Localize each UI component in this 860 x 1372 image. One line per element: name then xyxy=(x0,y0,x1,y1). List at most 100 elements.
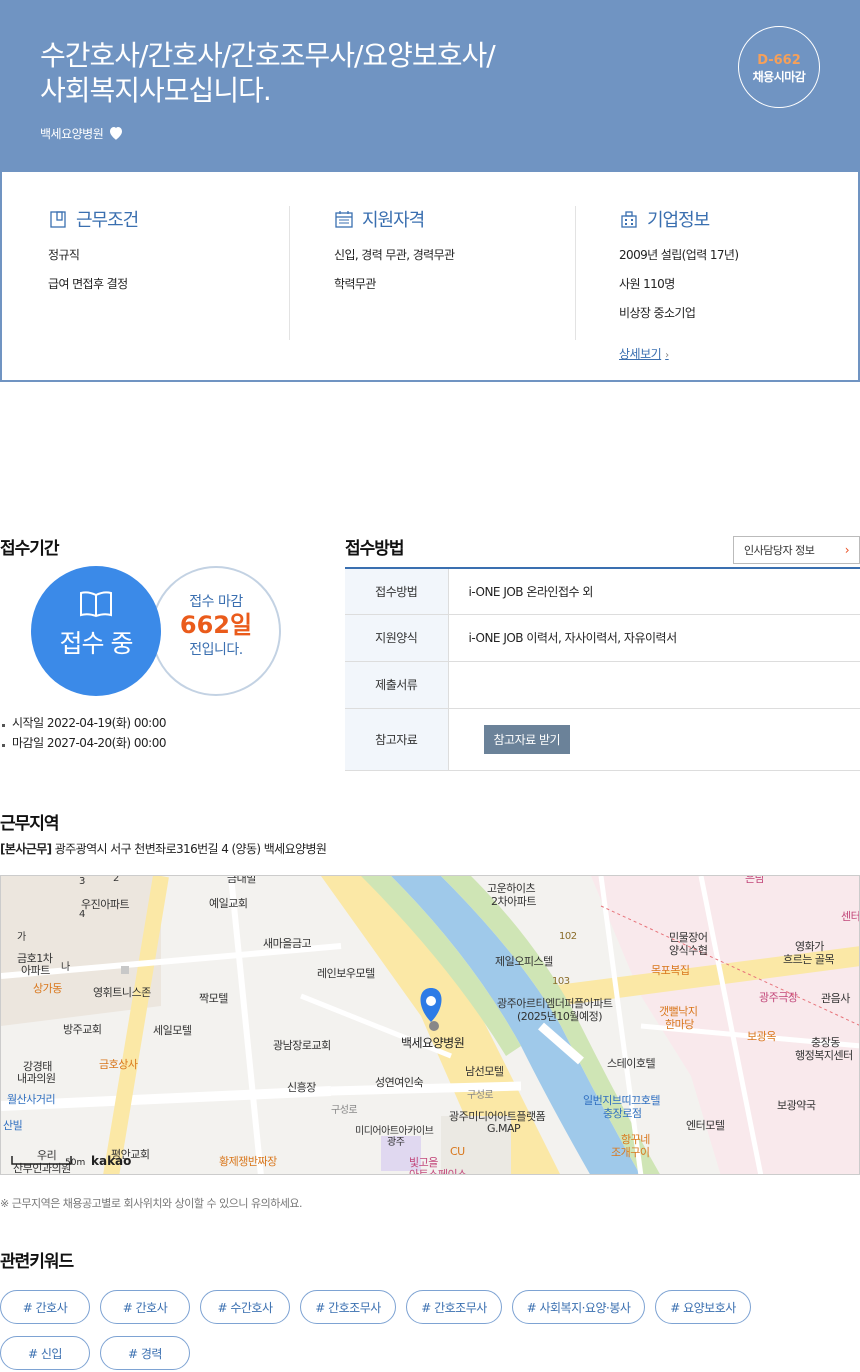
start-date: 시작일 2022-04-19(화) 00:00 xyxy=(12,716,166,730)
map-label: 신흥장 xyxy=(287,1081,316,1094)
map-label: 세일모텔 xyxy=(153,1024,192,1037)
work-conditions-heading: 근무조건 xyxy=(48,206,139,232)
row-label: 접수방법 xyxy=(345,568,449,614)
map-label: 가 xyxy=(17,932,26,943)
keyword-tag[interactable]: # 신입 xyxy=(0,1336,90,1370)
download-reference-button[interactable]: 참고자료 받기 xyxy=(483,724,571,754)
keyword-tag[interactable]: # 간호조무사 xyxy=(406,1290,502,1324)
map-label: 충장로점 xyxy=(603,1107,642,1120)
reception-period-title: 접수기간 xyxy=(0,539,60,559)
reception-dates: 시작일 2022-04-19(화) 00:00 마감일 2027-04-20(화… xyxy=(0,714,166,754)
reception-status-circle: 접수 중 xyxy=(31,566,161,696)
end-date: 마감일 2027-04-20(화) 00:00 xyxy=(12,736,166,750)
dday-status: 채용시마감 xyxy=(752,70,806,84)
document-icon xyxy=(50,211,66,228)
location-map[interactable]: 우진아파트 예일교회 새마을금고 레인보우모텔 금호1차 아파트 상가동 영휘트… xyxy=(0,875,860,1175)
calendar-icon xyxy=(335,211,353,228)
company-employees: 사원 110명 xyxy=(619,277,675,291)
deadline-label: 접수 마감 xyxy=(189,594,243,610)
hr-contact-button[interactable]: 인사담당자 정보 › xyxy=(733,536,860,564)
company-info: 기업정보 2009년 설립(업력 17년) 사원 110명 비상장 중소기업 상… xyxy=(619,206,739,361)
hr-contact-label: 인사담당자 정보 xyxy=(744,544,815,557)
company-detail-link[interactable]: 상세보기 › xyxy=(619,345,669,362)
divider xyxy=(289,206,290,340)
qualifications: 지원자격 신입, 경력 무관, 경력무관 학력무관 xyxy=(334,206,455,340)
map-label: 예일교회 xyxy=(209,897,248,910)
map-label-target: 백세요양병원 xyxy=(401,1036,465,1050)
divider xyxy=(575,206,576,340)
company-type: 비상장 중소기업 xyxy=(619,306,696,320)
row-value xyxy=(448,661,860,708)
map-label: 아파트 xyxy=(21,964,50,977)
map-label: 조개구이 xyxy=(611,1146,650,1159)
table-row: 접수방법 i-ONE JOB 온라인접수 외 xyxy=(345,568,860,614)
keyword-tag[interactable]: # 간호조무사 xyxy=(300,1290,396,1324)
map-label: 2차아파트 xyxy=(491,895,536,908)
keyword-tag[interactable]: # 간호사 xyxy=(100,1290,190,1324)
work-salary: 급여 면접후 결정 xyxy=(48,277,128,291)
map-label: 보광약국 xyxy=(777,1099,816,1112)
map-label: 2 xyxy=(113,875,119,884)
company-founded: 2009년 설립(업력 17년) xyxy=(619,248,739,262)
map-label: 구성로 xyxy=(467,1090,494,1101)
qualifications-heading: 지원자격 xyxy=(334,206,454,232)
company-detail-label: 상세보기 xyxy=(619,347,662,361)
table-row: 지원양식 i-ONE JOB 이력서, 자사이력서, 자유이력서 xyxy=(345,614,860,661)
qualifications-title: 지원자격 xyxy=(362,210,425,231)
map-label: G.MAP xyxy=(487,1122,521,1135)
map-label: 영휘트니스존 xyxy=(93,986,151,999)
map-label: 목포복집 xyxy=(651,964,690,977)
map-label: 제일오피스텔 xyxy=(495,955,553,968)
dday-badge: D-662 채용시마감 xyxy=(738,26,820,108)
end-date-row: 마감일 2027-04-20(화) 00:00 xyxy=(0,734,166,751)
map-label: 황제쟁반짜장 xyxy=(219,1155,277,1168)
map-label: 관음사 xyxy=(821,992,850,1005)
table-row: 제출서류 xyxy=(345,661,860,708)
keyword-tag[interactable]: # 경력 xyxy=(100,1336,190,1370)
job-title: 수간호사/간호사/간호조무사/요양보호사/ 사회복지사모십니다. xyxy=(40,38,680,108)
map-label: 4 xyxy=(79,909,85,920)
work-conditions-title: 근무조건 xyxy=(76,210,139,231)
work-region-title: 근무지역 xyxy=(0,814,60,834)
map-label: 행정복지센터 xyxy=(795,1049,853,1062)
bullet xyxy=(2,744,5,747)
map-label: 남선모텔 xyxy=(465,1065,504,1078)
map-label: 광주 xyxy=(387,1137,405,1148)
reception-method-table: 접수방법 i-ONE JOB 온라인접수 외 지원양식 i-ONE JOB 이력… xyxy=(345,567,860,771)
reception-status: 접수 중 xyxy=(59,629,134,658)
qualification-career: 신입, 경력 무관, 경력무관 xyxy=(334,248,455,262)
dday-count: D-662 xyxy=(757,53,801,68)
map-label: 양식수협 xyxy=(669,944,708,957)
map-label: 짝모텔 xyxy=(199,992,228,1005)
row-value: 참고자료 받기 xyxy=(448,708,860,770)
row-value: i-ONE JOB 이력서, 자사이력서, 자유이력서 xyxy=(468,631,678,645)
map-label: 스테이호텔 xyxy=(607,1057,656,1070)
map-label: 광주극장 xyxy=(759,991,798,1004)
keyword-tag[interactable]: # 사회복지·요양·봉사 xyxy=(512,1290,645,1324)
map-label: 새마을금고 xyxy=(263,937,312,950)
region-notice: ※ 근무지역은 채용공고별로 회사위치와 상이할 수 있으니 유의하세요. xyxy=(0,1197,303,1210)
company-name-row: 백세요양병원 xyxy=(40,124,125,142)
keyword-tag[interactable]: # 요양보호사 xyxy=(655,1290,751,1324)
qualification-education: 학력무관 xyxy=(334,277,376,291)
keyword-tag[interactable]: # 수간호사 xyxy=(200,1290,290,1324)
heart-icon[interactable] xyxy=(107,124,125,142)
keywords-title: 관련키워드 xyxy=(0,1252,74,1272)
building-icon xyxy=(621,211,637,228)
work-type: 정규직 xyxy=(48,248,80,262)
map-label: 금대빌 xyxy=(227,875,256,885)
map-label: 엔터모텔 xyxy=(686,1119,725,1132)
scale-label: 50m xyxy=(65,1158,86,1168)
map-label: CU xyxy=(450,1145,465,1158)
map-label: 레인보우모텔 xyxy=(317,967,375,980)
map-label: 광남장로교회 xyxy=(273,1039,331,1052)
deadline-suffix: 전입니다. xyxy=(189,642,243,658)
map-label: 상가동 xyxy=(33,982,62,995)
company-name-link[interactable]: 백세요양병원 xyxy=(40,125,104,142)
start-date-row: 시작일 2022-04-19(화) 00:00 xyxy=(0,714,166,731)
map-label: 우진아파트 xyxy=(81,898,130,911)
row-value: i-ONE JOB 온라인접수 외 xyxy=(468,584,594,599)
work-conditions: 근무조건 정규직 급여 면접후 결정 xyxy=(48,206,139,340)
keyword-tag[interactable]: # 간호사 xyxy=(0,1290,90,1324)
book-icon xyxy=(80,591,112,618)
